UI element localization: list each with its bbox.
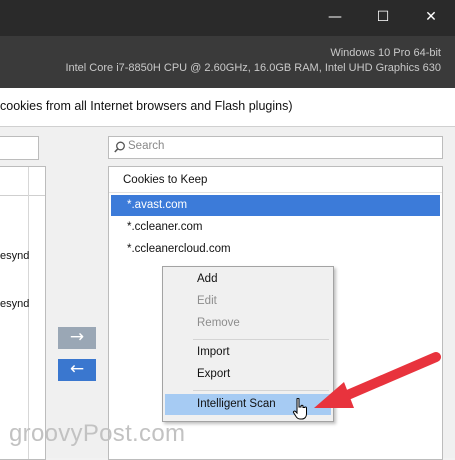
menu-item-label: Remove — [197, 317, 240, 329]
list-header-divider — [109, 192, 442, 193]
list-item-label: *.ccleaner.com — [127, 221, 203, 233]
list-header-divider — [0, 195, 45, 196]
system-hardware-label: Intel Core i7-8850H CPU @ 2.60GHz, 16.0G… — [65, 62, 441, 74]
menu-item-label: Add — [197, 273, 218, 285]
menu-item-label: Import — [197, 346, 230, 358]
maximize-button[interactable]: ☐ — [359, 0, 407, 36]
description-bar: cookies from all Internet browsers and F… — [0, 88, 455, 127]
list-scrollbar[interactable] — [28, 167, 29, 459]
menu-item-remove[interactable]: Remove — [165, 313, 331, 334]
close-button[interactable]: ✕ — [407, 0, 455, 36]
list-item[interactable]: esynd — [0, 298, 29, 310]
search-placeholder: Search — [128, 140, 165, 152]
list-item-label: *.ccleanercloud.com — [127, 243, 231, 255]
move-left-button[interactable]: ← — [58, 359, 96, 381]
left-search-input[interactable] — [0, 136, 39, 160]
cookies-to-keep-title: Cookies to Keep — [123, 174, 208, 186]
menu-item-label: Export — [197, 368, 231, 380]
search-icon — [114, 141, 125, 153]
menu-item-label: Edit — [197, 295, 217, 307]
minimize-button[interactable]: — — [311, 0, 359, 36]
menu-item-label: Intelligent Scan — [197, 398, 276, 410]
list-item[interactable]: *.avast.com — [111, 195, 440, 216]
list-item[interactable]: *.ccleanercloud.com — [111, 239, 440, 260]
menu-item-add[interactable]: Add — [165, 269, 331, 290]
watermark: groovyPost.com — [9, 420, 186, 447]
list-item-label: *.avast.com — [127, 199, 188, 211]
annotation-arrow-icon — [314, 352, 441, 408]
move-right-button[interactable]: → — [58, 327, 96, 349]
description-text: cookies from all Internet browsers and F… — [0, 99, 293, 113]
menu-separator — [193, 339, 329, 340]
app-header: Windows 10 Pro 64-bit Intel Core i7-8850… — [0, 36, 455, 88]
system-os-label: Windows 10 Pro 64-bit — [330, 47, 441, 59]
list-item[interactable]: esynd — [0, 250, 29, 262]
keep-search-input[interactable]: Search — [108, 136, 443, 159]
cookies-list[interactable] — [0, 166, 46, 460]
title-bar: — ☐ ✕ — [0, 0, 455, 36]
list-item[interactable]: *.ccleaner.com — [111, 217, 440, 238]
menu-item-edit[interactable]: Edit — [165, 291, 331, 312]
